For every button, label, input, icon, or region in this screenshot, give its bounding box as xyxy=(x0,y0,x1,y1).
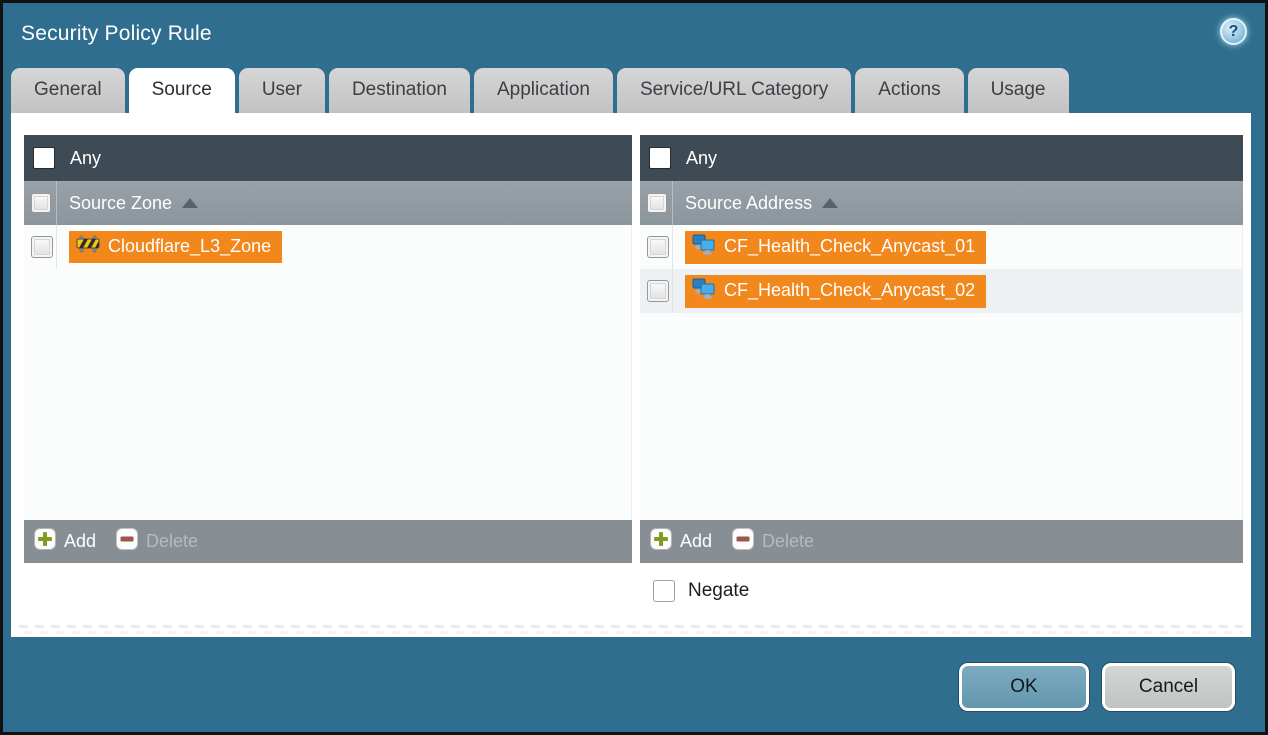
table-row: CF_Health_Check_Anycast_02 xyxy=(640,269,1242,313)
source-zone-select-all-checkbox[interactable] xyxy=(31,193,51,213)
source-tab-content: Any Source Zone xyxy=(11,113,1251,637)
cancel-button[interactable]: Cancel xyxy=(1102,663,1235,711)
security-policy-rule-dialog: Security Policy Rule ? General Source Us… xyxy=(0,0,1268,735)
zone-icon xyxy=(76,234,100,259)
tab-usage[interactable]: Usage xyxy=(968,68,1069,113)
source-address-any-checkbox[interactable] xyxy=(649,147,671,169)
table-row: CF_Health_Check_Anycast_01 xyxy=(640,225,1242,269)
source-zone-list: Cloudflare_L3_Zone xyxy=(24,225,632,520)
table-row: Cloudflare_L3_Zone xyxy=(24,225,631,269)
dialog-title: Security Policy Rule xyxy=(21,22,212,46)
source-zone-row-label: Cloudflare_L3_Zone xyxy=(108,236,271,257)
source-address-value[interactable]: CF_Health_Check_Anycast_01 xyxy=(685,231,986,264)
source-address-value[interactable]: CF_Health_Check_Anycast_02 xyxy=(685,275,986,308)
tab-service-url-category[interactable]: Service/URL Category xyxy=(617,68,851,113)
source-zone-any-label: Any xyxy=(70,148,101,169)
titlebar: Security Policy Rule ? xyxy=(3,3,1265,65)
sort-asc-icon xyxy=(822,198,838,208)
tab-source[interactable]: Source xyxy=(129,68,235,113)
source-address-any-row: Any xyxy=(640,135,1243,181)
delete-label: Delete xyxy=(762,531,814,552)
source-zone-value[interactable]: Cloudflare_L3_Zone xyxy=(69,231,282,263)
help-icon[interactable]: ? xyxy=(1220,18,1247,45)
negate-label: Negate xyxy=(688,580,749,602)
address-icon xyxy=(692,234,716,260)
negate-checkbox[interactable] xyxy=(653,580,675,602)
source-address-add-button[interactable]: Add xyxy=(650,528,712,555)
source-zone-add-button[interactable]: Add xyxy=(34,528,96,555)
tab-actions[interactable]: Actions xyxy=(855,68,963,113)
tab-user[interactable]: User xyxy=(239,68,325,113)
source-address-header-label: Source Address xyxy=(685,193,812,214)
tab-bar: General Source User Destination Applicat… xyxy=(3,65,1265,113)
plus-icon xyxy=(34,528,56,555)
sort-asc-icon xyxy=(182,198,198,208)
source-address-delete-button[interactable]: Delete xyxy=(732,528,814,555)
source-zone-any-checkbox[interactable] xyxy=(33,147,55,169)
address-icon xyxy=(692,278,716,304)
add-label: Add xyxy=(64,531,96,552)
source-address-column-header[interactable]: Source Address xyxy=(640,181,1243,225)
tab-general[interactable]: General xyxy=(11,68,125,113)
source-zone-any-row: Any xyxy=(24,135,632,181)
add-label: Add xyxy=(680,531,712,552)
ok-button[interactable]: OK xyxy=(959,663,1089,711)
source-zone-panel: Any Source Zone xyxy=(24,135,632,563)
delete-label: Delete xyxy=(146,531,198,552)
minus-icon xyxy=(732,528,754,555)
source-address-toolbar: Add Delete xyxy=(640,520,1243,563)
source-address-row-label: CF_Health_Check_Anycast_02 xyxy=(724,280,975,301)
source-zone-column-header[interactable]: Source Zone xyxy=(24,181,632,225)
source-zone-delete-button[interactable]: Delete xyxy=(116,528,198,555)
content-bottom-texture xyxy=(19,625,1243,634)
source-zone-header-label: Source Zone xyxy=(69,193,172,214)
source-address-row-label: CF_Health_Check_Anycast_01 xyxy=(724,236,975,257)
tab-application[interactable]: Application xyxy=(474,68,613,113)
source-zone-toolbar: Add Delete xyxy=(24,520,632,563)
dialog-footer: OK Cancel xyxy=(3,637,1265,732)
source-address-any-label: Any xyxy=(686,148,717,169)
source-zone-row-checkbox[interactable] xyxy=(31,236,53,258)
source-address-select-all-checkbox[interactable] xyxy=(647,193,667,213)
source-address-row-checkbox[interactable] xyxy=(647,280,669,302)
source-address-panel: Any Source Address xyxy=(640,135,1243,563)
source-address-list: CF_Health_Check_Anycast_01 xyxy=(640,225,1243,520)
negate-row: Negate xyxy=(653,580,1243,602)
minus-icon xyxy=(116,528,138,555)
source-address-row-checkbox[interactable] xyxy=(647,236,669,258)
tab-destination[interactable]: Destination xyxy=(329,68,470,113)
plus-icon xyxy=(650,528,672,555)
